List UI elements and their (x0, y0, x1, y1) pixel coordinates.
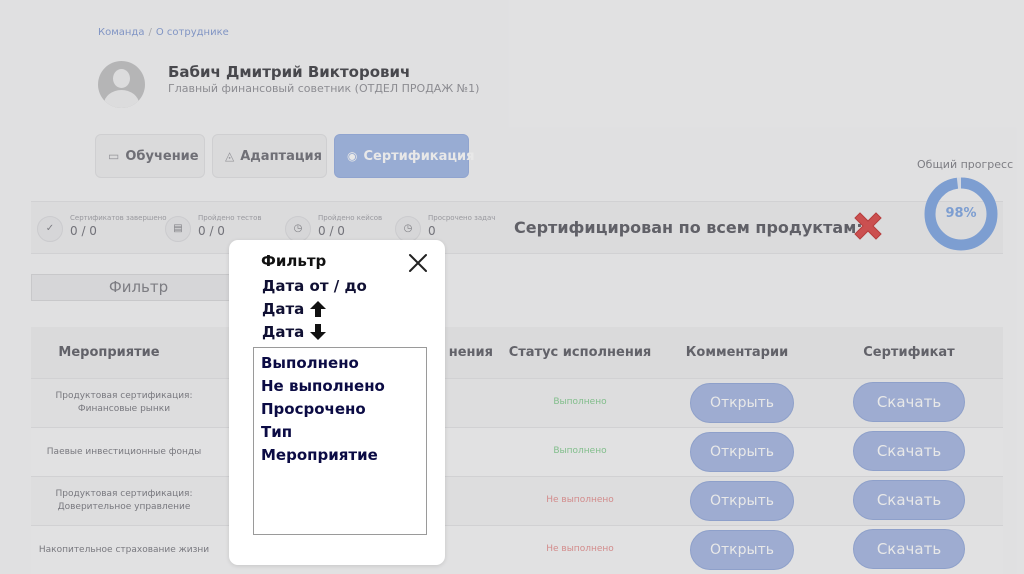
filter-modal: Фильтр Дата от / до Дата Дата Выполнено … (229, 240, 445, 565)
filter-date-desc-label: Дата (262, 323, 305, 341)
filter-option-overdue[interactable]: Просрочено (261, 400, 366, 418)
arrow-up-icon (310, 301, 327, 317)
modal-backdrop[interactable] (0, 0, 1024, 574)
filter-date-descending[interactable]: Дата (262, 323, 327, 341)
filter-date-range-label: Дата от / до (262, 277, 367, 295)
filter-option-not-completed[interactable]: Не выполнено (261, 377, 385, 395)
arrow-down-icon (310, 324, 327, 340)
filter-options-list: Выполнено Не выполнено Просрочено Тип Ме… (253, 347, 427, 535)
filter-date-asc-label: Дата (262, 300, 305, 318)
filter-modal-title: Фильтр (261, 252, 327, 270)
filter-option-type[interactable]: Тип (261, 423, 292, 441)
close-icon[interactable] (407, 252, 429, 274)
filter-option-event[interactable]: Мероприятие (261, 446, 378, 464)
filter-date-range[interactable]: Дата от / до (262, 277, 367, 295)
filter-option-completed[interactable]: Выполнено (261, 354, 359, 372)
filter-date-ascending[interactable]: Дата (262, 300, 327, 318)
